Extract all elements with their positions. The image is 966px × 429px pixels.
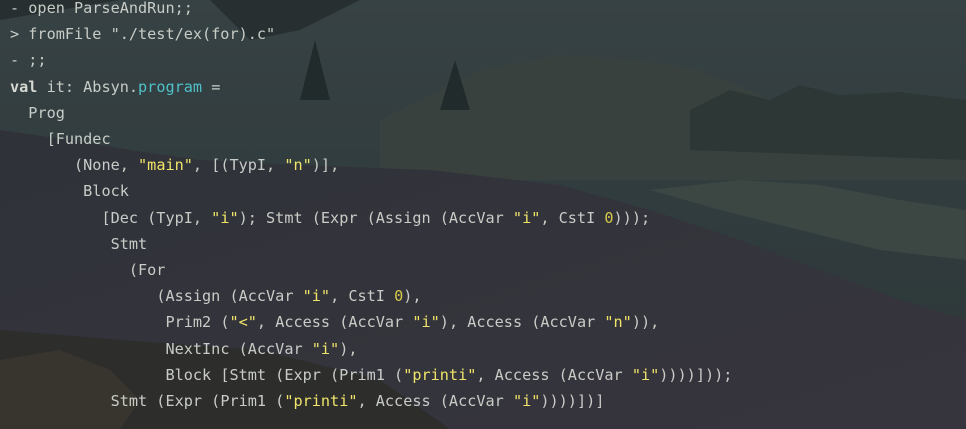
code-token: (For (128, 261, 166, 279)
code-token: , Access (AccVar (476, 365, 632, 384)
code-token: "n" (604, 313, 632, 332)
code-token: , Access (AccVar (256, 313, 413, 332)
terminal-line: - open ParseAndRun;; (10, 0, 193, 21)
terminal-line: Stmt (10, 231, 148, 257)
code-token: [Fundec (46, 130, 111, 148)
code-token: program (138, 77, 203, 96)
code-token: )), (631, 313, 660, 332)
code-token: ))))])] (540, 392, 605, 410)
terminal-line: Stmt (Expr (Prim1 ("printi", Access (Acc… (10, 388, 605, 414)
code-token: "n" (284, 156, 312, 175)
code-token: - ;; (10, 51, 47, 70)
code-token: = (202, 77, 221, 96)
code-token: NextInc (AccVar (165, 339, 312, 358)
terminal-output[interactable]: - open ParseAndRun;; > fromFile "./test/e… (0, 0, 966, 429)
code-token: , CstI (540, 208, 605, 227)
terminal-line: (Assign (AccVar "i", CstI 0), (10, 283, 422, 309)
code-token: - open ParseAndRun;; (10, 0, 193, 17)
code-token: [Dec (TypI, (101, 208, 212, 227)
terminal-line: [Fundec (10, 126, 111, 152)
code-token: Stmt (110, 234, 148, 253)
code-token: Prog (28, 103, 65, 122)
terminal-line: val it: Absyn.program = (10, 74, 220, 100)
code-token: 0 (604, 208, 614, 227)
terminal-line: Prim2 ("<", Access (AccVar "i"), Access … (10, 309, 659, 335)
code-token: 0 (394, 287, 404, 306)
code-token: , CstI (330, 287, 395, 306)
code-token: "i" (631, 365, 660, 384)
code-token: > fromFile "./test/ex(for).c" (10, 25, 276, 44)
code-token: (Assign (AccVar (156, 287, 303, 306)
terminal-line: [Dec (TypI, "i"); Stmt (Expr (Assign (Ac… (10, 205, 650, 231)
code-token: Prim2 ( (165, 313, 230, 332)
code-token: )], (311, 156, 340, 175)
code-token: ); Stmt (Expr (Assign (AccVar (238, 208, 513, 227)
code-token: (None, (74, 156, 139, 175)
code-token: ), Access (AccVar (439, 313, 605, 332)
code-token: ), (339, 339, 358, 358)
code-token: val (10, 77, 38, 96)
code-token: , Access (AccVar (357, 392, 513, 410)
code-token: "printi" (403, 365, 477, 384)
code-token: "main" (138, 156, 193, 175)
terminal-line: > fromFile "./test/ex(for).c" (10, 21, 275, 47)
code-token: "printi" (284, 392, 358, 410)
terminal-line: (For (10, 257, 166, 283)
code-token: "i" (311, 339, 340, 358)
terminal-line: Block (10, 178, 129, 204)
terminal-line: (None, "main", [(TypI, "n")], (10, 152, 339, 178)
code-token: Block (83, 182, 129, 201)
terminal-line: - ;; (10, 47, 47, 73)
terminal-line: Block [Stmt (Expr (Prim1 ("printi", Acce… (10, 362, 732, 388)
code-token: Block [Stmt (Expr (Prim1 ( (165, 365, 404, 384)
terminal-line: Prog (10, 100, 65, 126)
code-token: Stmt (Expr (Prim1 ( (110, 392, 285, 410)
code-token: "<" (229, 313, 257, 332)
code-token: , [(TypI, (192, 156, 285, 175)
code-token: "i" (512, 208, 541, 227)
code-token: it: Absyn. (37, 77, 139, 96)
code-token: ), (403, 287, 422, 306)
code-token: ))))])); (659, 365, 733, 384)
terminal-line: NextInc (AccVar "i"), (10, 336, 358, 362)
code-token: "i" (211, 208, 239, 227)
code-token: "i" (412, 313, 440, 332)
code-token: "i" (302, 287, 331, 306)
code-token: ))); (613, 208, 651, 227)
code-token: "i" (512, 392, 541, 410)
